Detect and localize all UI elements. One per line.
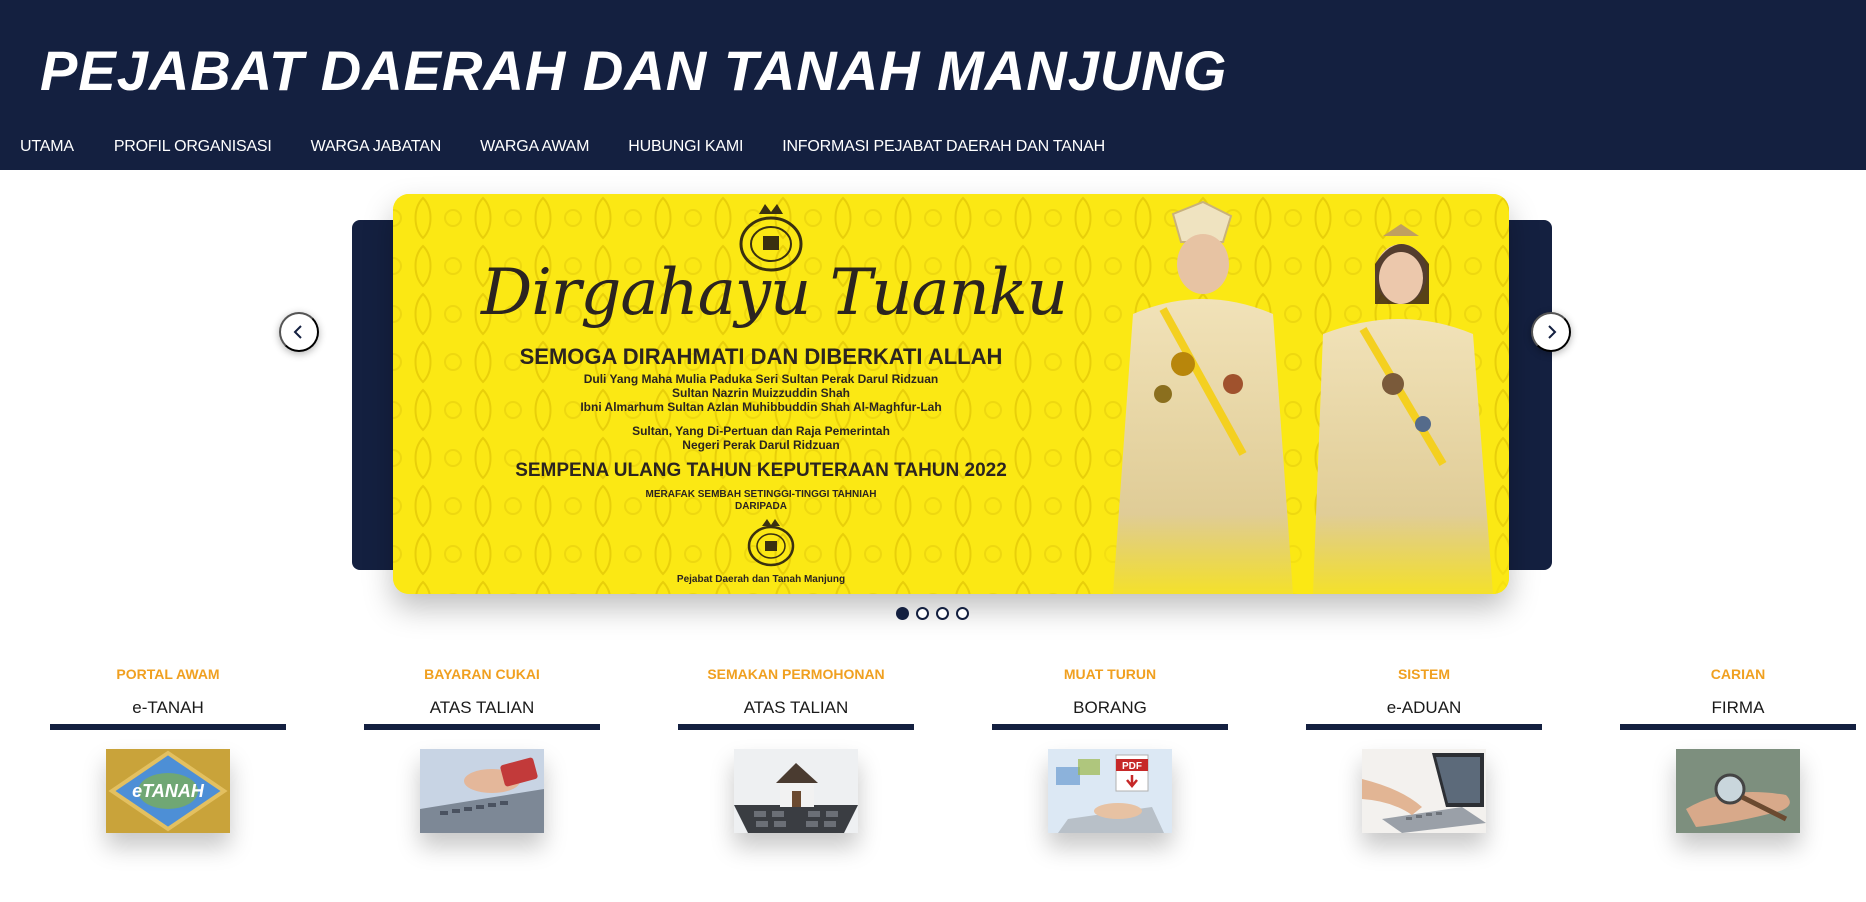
- nav-item-utama[interactable]: UTAMA: [20, 138, 74, 160]
- carousel-indicators: [0, 607, 1866, 620]
- service-category: SISTEM: [1397, 666, 1451, 682]
- slide-line-5: Negeri Perak Darul Ridzuan: [682, 438, 840, 452]
- service-category: MUAT TURUN: [1063, 666, 1157, 682]
- service-name[interactable]: ATAS TALIAN: [364, 697, 600, 719]
- service-divider: [992, 724, 1228, 730]
- service-card-carian-firma[interactable]: CARIAN FIRMA: [1620, 664, 1856, 833]
- nav-item-informasi-pejabat[interactable]: INFORMASI PEJABAT DAERAH DAN TANAH: [782, 138, 1105, 160]
- slide-sender: Pejabat Daerah dan Tanah Manjung: [676, 574, 846, 585]
- service-divider: [1306, 724, 1542, 730]
- chevron-left-icon: [293, 325, 302, 339]
- service-card-bayaran-cukai[interactable]: BAYARAN CUKAI ATAS TALIAN: [364, 664, 600, 833]
- carousel-dot-3[interactable]: [935, 607, 949, 620]
- etanah-logo-image[interactable]: eTANAH: [106, 749, 230, 833]
- service-category: SEMAKAN PERMOHONAN: [707, 666, 885, 682]
- service-divider: [1620, 724, 1856, 730]
- service-card-sistem-eaduan[interactable]: SISTEM e-ADUAN: [1306, 664, 1542, 833]
- slide-occasion: SEMPENA ULANG TAHUN KEPUTERAAN TAHUN 202…: [515, 460, 1007, 481]
- house-calculator-image[interactable]: [734, 749, 858, 833]
- slide-line-2: Sultan Nazrin Muizzuddin Shah: [672, 386, 850, 400]
- slide-headline: SEMOGA DIRAHMATI DAN DIBERKATI ALLAH: [519, 344, 1003, 369]
- chevron-right-icon: [1548, 325, 1557, 339]
- site-title[interactable]: PEJABAT DAERAH DAN TANAH MANJUNG: [40, 38, 1227, 103]
- service-name[interactable]: FIRMA: [1620, 697, 1856, 719]
- service-card-etanah[interactable]: PORTAL AWAM e-TANAH eTANAH: [50, 664, 286, 833]
- service-name[interactable]: BORANG: [992, 697, 1228, 719]
- svg-text:PDF: PDF: [1122, 761, 1142, 772]
- slide-line-3: Ibni Almarhum Sultan Azlan Muhibbuddin S…: [580, 400, 942, 414]
- service-name[interactable]: e-ADUAN: [1306, 697, 1542, 719]
- royal-couple-illustration: [1093, 200, 1509, 594]
- carousel-prev-button[interactable]: [279, 312, 319, 352]
- pdf-download-image[interactable]: PDF: [1048, 749, 1172, 833]
- service-divider: [678, 724, 914, 730]
- services-section: PORTAL AWAM e-TANAH eTANAH BAYARAN CUKAI…: [0, 664, 1866, 902]
- service-divider: [50, 724, 286, 730]
- service-card-semakan-permohonan[interactable]: SEMAKAN PERMOHONAN ATAS TALIAN: [678, 664, 914, 833]
- slide-greeting: MERAFAK SEMBAH SETINGGI-TINGGI TAHNIAH: [645, 489, 877, 500]
- service-category: CARIAN: [1710, 666, 1766, 682]
- carousel-dot-1[interactable]: [895, 607, 909, 620]
- main-nav: UTAMA PROFIL ORGANISASI WARGA JABATAN WA…: [0, 138, 1105, 160]
- nav-item-warga-awam[interactable]: WARGA AWAM: [480, 138, 589, 160]
- slide-from: DARIPADA: [734, 501, 788, 512]
- slide-line-4: Sultan, Yang Di-Pertuan dan Raja Pemerin…: [632, 424, 890, 438]
- service-name[interactable]: ATAS TALIAN: [678, 697, 914, 719]
- service-category: BAYARAN CUKAI: [424, 666, 540, 682]
- service-name[interactable]: e-TANAH: [50, 697, 286, 719]
- service-card-muat-turun[interactable]: MUAT TURUN BORANG PDF: [992, 664, 1228, 833]
- nav-item-hubungi-kami[interactable]: HUBUNGI KAMI: [628, 138, 743, 160]
- slide-script-title: Dirgahayu Tuanku: [481, 256, 1068, 330]
- typing-laptop-image[interactable]: [1362, 749, 1486, 833]
- svg-text:eTANAH: eTANAH: [132, 781, 205, 801]
- service-divider: [364, 724, 600, 730]
- credit-card-laptop-image[interactable]: [420, 749, 544, 833]
- carousel-next-button[interactable]: [1531, 312, 1571, 352]
- service-category: PORTAL AWAM: [116, 666, 220, 682]
- carousel-dot-4[interactable]: [955, 607, 969, 620]
- nav-item-warga-jabatan[interactable]: WARGA JABATAN: [311, 138, 442, 160]
- slide-line-1: Duli Yang Maha Mulia Paduka Seri Sultan …: [583, 372, 939, 386]
- site-header: PEJABAT DAERAH DAN TANAH MANJUNG UTAMA P…: [0, 0, 1866, 170]
- perak-crest-small-icon: [747, 519, 795, 567]
- magnifier-hand-image[interactable]: [1676, 749, 1800, 833]
- carousel-slide-banner[interactable]: Dirgahayu Tuanku SEMOGA DIRAHMATI DAN DI…: [393, 194, 1509, 594]
- carousel-dot-2[interactable]: [915, 607, 929, 620]
- nav-item-profil-organisasi[interactable]: PROFIL ORGANISASI: [114, 138, 272, 160]
